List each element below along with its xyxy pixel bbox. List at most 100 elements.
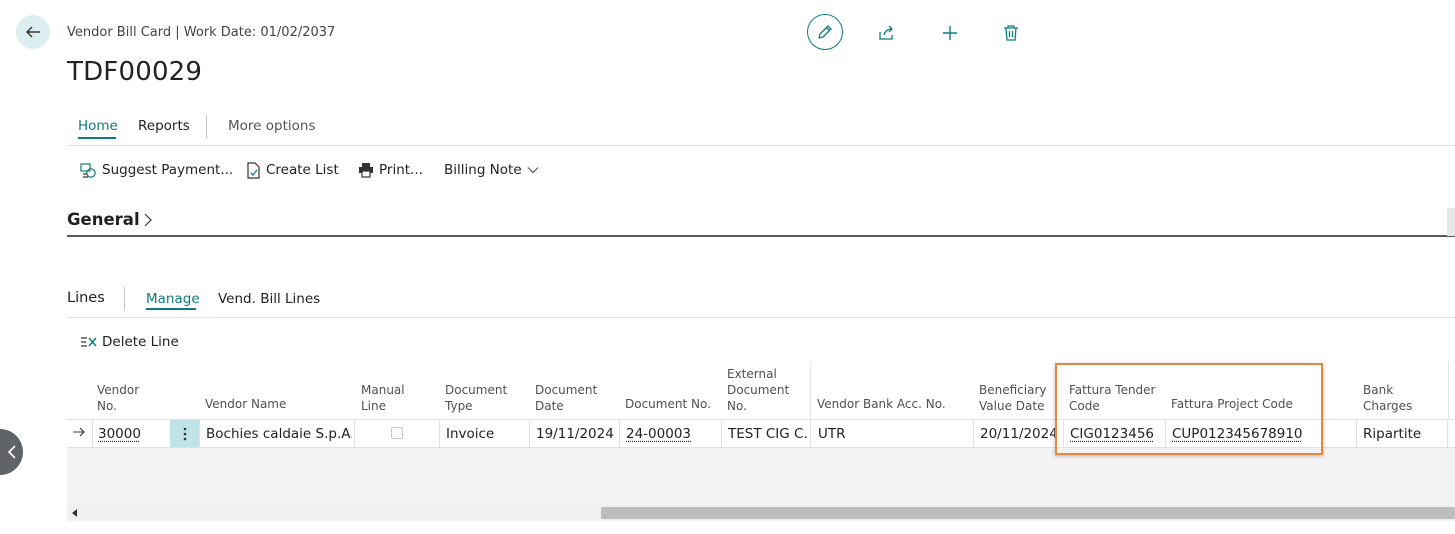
document-check-icon: [247, 161, 260, 179]
cell-bank-charges[interactable]: Ripartite: [1363, 426, 1445, 442]
cell-separator: [1063, 419, 1064, 448]
lines-tab-vend-bill-lines[interactable]: Vend. Bill Lines: [218, 291, 320, 307]
cell-separator: [1356, 419, 1357, 448]
col-vendor-no-line1: Vendor: [97, 383, 140, 397]
delete-button[interactable]: [1001, 23, 1021, 43]
share-icon: [879, 25, 893, 40]
col-fattura-project-code-line1: Fattura Project Code: [1171, 397, 1293, 411]
delete-line-button[interactable]: Delete Line: [80, 332, 179, 352]
chevron-down-icon: [527, 167, 539, 174]
col-external-document-no[interactable]: External Document No.: [727, 366, 789, 414]
col-vendor-bank-acc-no[interactable]: Vendor Bank Acc. No.: [817, 396, 946, 412]
pencil-icon: [818, 25, 832, 39]
cell-separator: [721, 419, 722, 448]
cell-separator: [529, 419, 530, 448]
col-beneficiary-value-date-line2: Value Date: [979, 399, 1045, 413]
col-beneficiary-value-date-line1: Beneficiary: [979, 383, 1047, 397]
cell-fattura-tender-code[interactable]: CIG0123456: [1070, 426, 1162, 442]
cell-separator: [92, 419, 93, 448]
back-button[interactable]: [16, 15, 50, 49]
chevron-left-icon: [7, 445, 16, 459]
billing-note-menu[interactable]: Billing Note: [444, 160, 539, 180]
print-button[interactable]: Print...: [358, 160, 423, 180]
plus-icon: [943, 26, 957, 40]
col-external-document-no-line1: External: [727, 367, 777, 381]
col-fattura-tender-code-line1: Fattura Tender: [1069, 383, 1156, 397]
cell-fattura-project-code[interactable]: CUP012345678910: [1172, 426, 1352, 442]
triangle-left-icon: [72, 509, 77, 517]
create-list-label: Create List: [266, 162, 339, 178]
tab-reports[interactable]: Reports: [138, 118, 190, 134]
col-manual-line[interactable]: Manual Line: [361, 382, 405, 414]
cell-separator: [619, 419, 620, 448]
back-arrow-icon: [26, 26, 40, 38]
more-vertical-icon: [183, 427, 186, 440]
col-external-document-no-line3: No.: [727, 399, 747, 413]
cell-beneficiary-value-date[interactable]: 20/11/2024: [980, 426, 1062, 442]
col-document-type[interactable]: Document Type: [445, 382, 507, 414]
col-bank-charges[interactable]: Bank Charges: [1363, 382, 1412, 414]
col-document-type-line1: Document: [445, 383, 508, 397]
col-vendor-no-line2: No.: [97, 399, 117, 413]
general-divider: [67, 235, 1455, 237]
cell-separator: [354, 419, 355, 448]
cell-vendor-no[interactable]: 30000: [98, 426, 166, 442]
share-button[interactable]: [877, 23, 897, 43]
chevron-right-icon: [144, 213, 152, 226]
header-separator: [1448, 362, 1449, 419]
horizontal-scrollbar-thumb[interactable]: [601, 507, 1455, 519]
cell-document-no[interactable]: 24-00003: [626, 426, 718, 442]
delete-line-label: Delete Line: [102, 334, 179, 350]
scroll-left-button[interactable]: [70, 508, 80, 518]
general-fasttab-header[interactable]: General: [67, 210, 152, 229]
cell-separator: [1447, 419, 1448, 448]
header-separator: [810, 362, 811, 419]
arrow-right-icon: [73, 427, 85, 437]
cell-separator: [973, 419, 974, 448]
printer-icon: [359, 163, 373, 178]
cell-separator: [810, 419, 811, 448]
col-document-no-line1: Document No.: [625, 397, 711, 411]
suggest-payment-label: Suggest Payment...: [102, 162, 234, 178]
cell-vendor-bank-acc-no[interactable]: UTR: [818, 426, 968, 442]
cell-separator: [1165, 419, 1166, 448]
cell-vendor-name[interactable]: Bochies caldaie S.p.A.: [206, 426, 352, 442]
general-title: General: [67, 210, 140, 229]
edit-button[interactable]: [807, 14, 843, 50]
cell-external-document-no[interactable]: TEST CIG C...: [728, 426, 808, 442]
cell-manual-line-checkbox[interactable]: [391, 427, 403, 439]
col-document-date[interactable]: Document Date: [535, 382, 597, 414]
lines-separator: [124, 287, 125, 311]
billing-note-label: Billing Note: [444, 162, 522, 178]
new-button[interactable]: [940, 23, 960, 43]
col-beneficiary-value-date[interactable]: Beneficiary Value Date: [979, 382, 1046, 414]
tab-home[interactable]: Home: [78, 118, 118, 134]
row-menu-button[interactable]: [170, 420, 199, 447]
lines-title: Lines: [67, 290, 105, 306]
cell-document-type[interactable]: Invoice: [446, 426, 526, 442]
col-vendor-name[interactable]: Vendor Name: [205, 396, 286, 412]
tab-more-options[interactable]: More options: [228, 118, 315, 134]
col-vendor-no[interactable]: Vendor No.: [97, 382, 139, 414]
trash-icon: [1004, 25, 1018, 41]
create-list-button[interactable]: Create List: [246, 160, 339, 180]
cell-separator: [439, 419, 440, 448]
col-fattura-tender-code-line2: Code: [1069, 399, 1100, 413]
cell-document-date[interactable]: 19/11/2024: [536, 426, 616, 442]
tab-separator: [206, 115, 207, 139]
lines-divider: [67, 317, 1455, 318]
lines-tab-manage[interactable]: Manage: [146, 291, 200, 307]
col-manual-line-line2: Line: [361, 399, 387, 413]
col-bank-charges-line2: Charges: [1363, 399, 1413, 413]
col-fattura-project-code[interactable]: Fattura Project Code: [1171, 396, 1293, 412]
col-document-date-line2: Date: [535, 399, 564, 413]
page-scrollbar[interactable]: [1447, 208, 1455, 236]
col-bank-charges-line1: Bank: [1363, 383, 1394, 397]
side-panel-toggle-button[interactable]: [0, 429, 23, 475]
col-document-no[interactable]: Document No.: [625, 396, 711, 412]
suggest-payment-button[interactable]: Suggest Payment...: [80, 160, 233, 180]
suggest-payment-icon: [80, 162, 96, 178]
col-vendor-bank-acc-no-line1: Vendor Bank Acc. No.: [817, 397, 946, 411]
col-fattura-tender-code[interactable]: Fattura Tender Code: [1069, 382, 1155, 414]
page-title: TDF00029: [67, 57, 203, 87]
